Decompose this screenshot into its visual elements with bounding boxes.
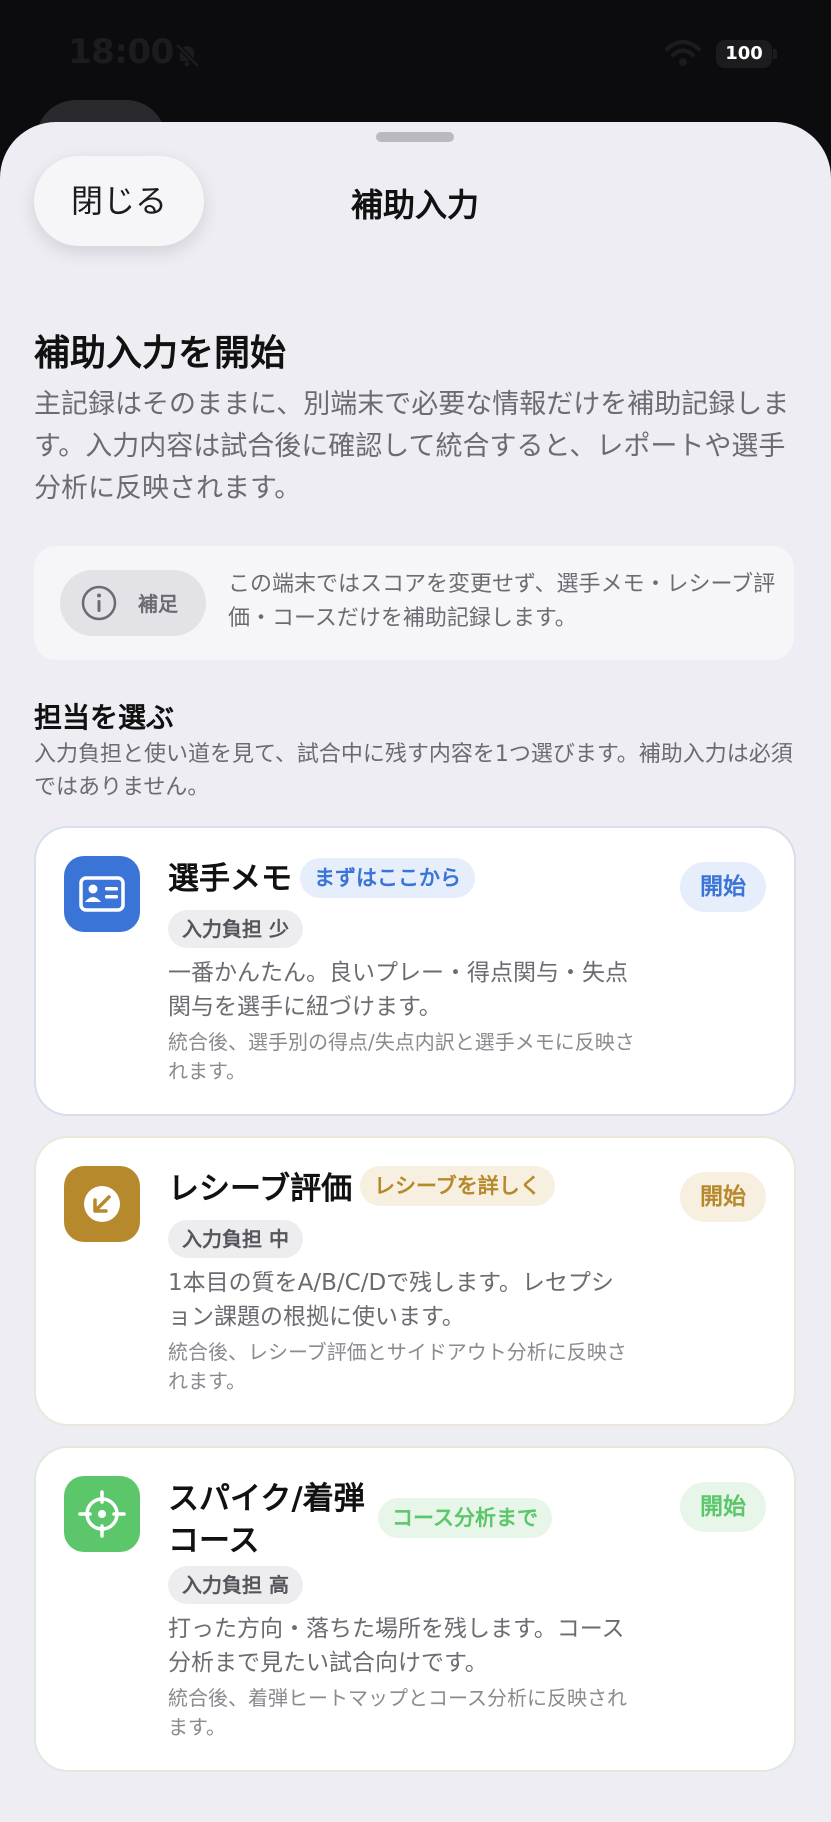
- notice-tag: 補足: [60, 570, 206, 636]
- option-note: 統合後、選手別の得点/失点内訳と選手メモに反映されます。: [168, 1030, 635, 1083]
- option-load: 入力負担 少: [168, 910, 303, 948]
- battery-nub: [773, 49, 777, 59]
- option-card-receive-eval[interactable]: レシーブ評価 レシーブを詳しく 入力負担 中 1本目の質をA/B/C/Dで残しま…: [34, 1136, 796, 1426]
- option-title: スパイク/着弾コース: [168, 1481, 365, 1559]
- option-description: 打った方向・落ちた場所を残します。コース分析まで見たい試合向けです。: [168, 1616, 625, 1676]
- wifi-icon: [665, 40, 701, 66]
- option-note: 統合後、着弾ヒートマップとコース分析に反映されます。: [168, 1686, 627, 1739]
- status-time: 18:00: [68, 32, 174, 72]
- intro-heading: 補助入力を開始: [34, 333, 287, 374]
- bell-slash-icon: [175, 43, 200, 68]
- option-badge: まずはここから: [300, 858, 475, 898]
- arrow-down-left-icon: [64, 1166, 140, 1242]
- close-button[interactable]: 閉じる: [34, 156, 204, 246]
- option-title: レシーブ評価: [168, 1171, 353, 1207]
- option-note: 統合後、レシーブ評価とサイドアウト分析に反映されます。: [168, 1340, 627, 1393]
- notice-tag-label: 補足: [138, 592, 178, 616]
- battery-indicator: 100: [716, 40, 772, 68]
- sheet-grabber[interactable]: [376, 132, 454, 142]
- status-bar: 18:00 100: [0, 0, 831, 140]
- start-button[interactable]: 開始: [680, 1482, 766, 1532]
- option-load: 入力負担 高: [168, 1566, 303, 1604]
- section-title: 担当を選ぶ: [34, 701, 175, 734]
- id-card-icon: [64, 856, 140, 932]
- option-card-player-memo[interactable]: 選手メモ まずはここから 入力負担 少 一番かんたん。良いプレー・得点関与・失点…: [34, 826, 796, 1116]
- start-button[interactable]: 開始: [680, 862, 766, 912]
- notice-box: 補足 この端末ではスコアを変更せず、選手メモ・レシーブ評価・コースだけを補助記録…: [34, 546, 794, 660]
- option-title: 選手メモ: [168, 861, 292, 897]
- start-button[interactable]: 開始: [680, 1172, 766, 1222]
- option-description: 1本目の質をA/B/C/Dで残します。レセプション課題の根拠に使います。: [168, 1270, 614, 1330]
- option-badge: レシーブを詳しく: [360, 1166, 555, 1206]
- intro-body: 主記録はそのままに、別端末で必要な情報だけを補助記録します。入力内容は試合後に確…: [34, 389, 790, 504]
- option-badge: コース分析まで: [378, 1498, 552, 1538]
- crosshair-icon: [64, 1476, 140, 1552]
- option-description: 一番かんたん。良いプレー・得点関与・失点関与を選手に紐づけます。: [168, 960, 628, 1020]
- notice-text: この端末ではスコアを変更せず、選手メモ・レシーブ評価・コースだけを補助記録します…: [228, 572, 776, 631]
- option-card-spike-course[interactable]: スパイク/着弾コース コース分析まで 入力負担 高 打った方向・落ちた場所を残し…: [34, 1446, 796, 1772]
- assist-input-sheet: 閉じる 補助入力 補助入力を開始 主記録はそのままに、別端末で必要な情報だけを補…: [0, 122, 831, 1822]
- section-description: 入力負担と使い道を見て、試合中に残す内容を1つ選びます。補助入力は必須ではありま…: [34, 742, 793, 800]
- sheet-title: 補助入力: [350, 186, 479, 224]
- option-load: 入力負担 中: [168, 1220, 303, 1258]
- info-icon: [81, 585, 117, 621]
